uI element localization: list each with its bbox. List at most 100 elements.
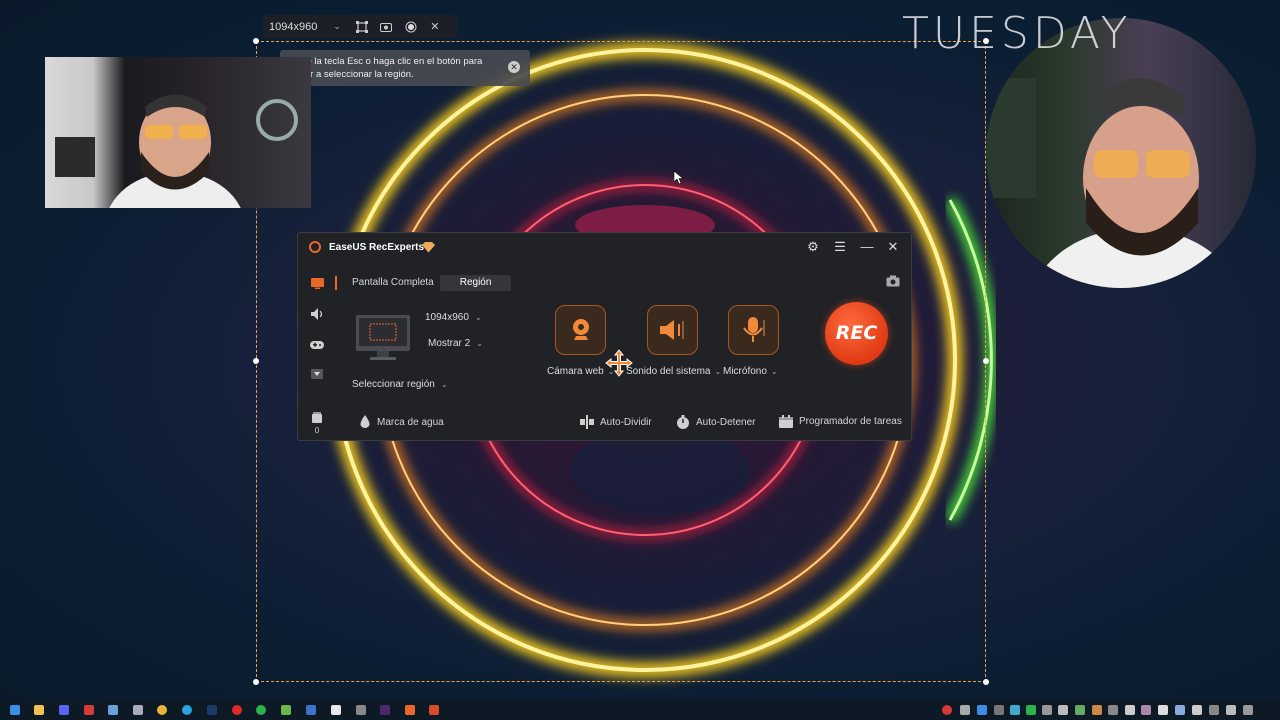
tab-full-screen[interactable]: Pantalla Completa xyxy=(346,275,440,291)
tray-icon-6[interactable] xyxy=(1058,705,1068,715)
task-scheduler-label: Programador de tareas xyxy=(799,416,902,427)
dropdown-icon[interactable]: ⌄ xyxy=(333,21,341,32)
tray-icon-8[interactable] xyxy=(1092,705,1102,715)
resize-handle-bl[interactable] xyxy=(253,679,259,685)
tray-icon-14[interactable] xyxy=(1192,705,1202,715)
monitor-preview-icon[interactable] xyxy=(356,315,410,361)
tray-record-icon[interactable] xyxy=(942,705,952,715)
tab-region[interactable]: Región xyxy=(439,275,512,291)
recordings-folder-icon[interactable] xyxy=(309,410,325,426)
auto-stop-label: Auto-Detener xyxy=(696,416,756,428)
audio-mode-icon[interactable] xyxy=(309,306,325,322)
tray-icon-9[interactable] xyxy=(1108,705,1118,715)
microphone-dropdown[interactable]: Micrófono ⌄ xyxy=(723,366,778,377)
webcam-feed-left xyxy=(45,57,311,208)
watermark-button[interactable]: Marca de agua xyxy=(359,415,444,429)
system-sound-toggle-button[interactable] xyxy=(647,305,698,355)
app-icon-gray[interactable] xyxy=(356,705,366,715)
resize-handle-br[interactable] xyxy=(983,679,989,685)
tray-icon-7[interactable] xyxy=(1075,705,1085,715)
region-hint-tooltip: Pulse la tecla Esc o haga clic en el bot… xyxy=(280,50,530,86)
tray-icon-3[interactable] xyxy=(994,705,1004,715)
close-icon[interactable]: ✕ xyxy=(428,19,442,35)
photoshop-icon[interactable] xyxy=(207,705,217,715)
tray-icon-17[interactable] xyxy=(1243,705,1253,715)
recexperts-taskbar-icon[interactable] xyxy=(429,705,439,715)
tray-icon-16[interactable] xyxy=(1226,705,1236,715)
windows-start-icon[interactable] xyxy=(10,705,20,715)
tray-icon-10[interactable] xyxy=(1125,705,1135,715)
tooltip-text: Pulse la tecla Esc o haga clic en el bot… xyxy=(288,56,483,80)
screenshot-icon[interactable] xyxy=(379,19,393,35)
resize-handle-tl[interactable] xyxy=(253,38,259,44)
tray-icon-1[interactable] xyxy=(960,705,970,715)
file-explorer-icon[interactable] xyxy=(34,705,44,715)
select-region-dropdown[interactable]: Seleccionar región ⌄ xyxy=(352,379,448,390)
game-mode-icon[interactable] xyxy=(309,337,325,353)
opera-icon[interactable] xyxy=(232,705,242,715)
tray-icon-5[interactable] xyxy=(1042,705,1052,715)
tray-icon-2[interactable] xyxy=(977,705,987,715)
app-icon-blue[interactable] xyxy=(306,705,316,715)
app-logo-icon xyxy=(309,241,321,253)
titlebar[interactable]: EaseUS RecExperts ⚙ ☰ — ✕ xyxy=(298,233,911,261)
app-icon-white[interactable] xyxy=(331,705,341,715)
brand-overlay-text: TUESDAY xyxy=(902,8,1132,59)
webcam-icon xyxy=(572,319,589,340)
tooltip-close-icon[interactable]: ✕ xyxy=(508,61,520,73)
webcam-toggle-button[interactable] xyxy=(555,305,606,355)
app-icon-green[interactable] xyxy=(281,705,291,715)
document-app-icon[interactable] xyxy=(108,705,118,715)
display-dropdown[interactable]: Mostrar 2 ⌄ xyxy=(428,338,483,349)
chevron-down-icon: ⌄ xyxy=(770,367,778,376)
record-dot-icon[interactable] xyxy=(403,19,417,35)
app-icon-orange[interactable] xyxy=(405,705,415,715)
windows-taskbar xyxy=(0,700,1280,720)
screen-mode-icon[interactable] xyxy=(309,275,325,291)
tray-icon-4[interactable] xyxy=(1010,705,1020,715)
calendar-icon xyxy=(779,415,793,428)
app-icon-red[interactable] xyxy=(84,705,94,715)
close-window-icon[interactable]: ✕ xyxy=(885,239,901,255)
menu-icon[interactable]: ☰ xyxy=(832,239,848,255)
system-sound-dropdown[interactable]: Sonido del sistema ⌄ xyxy=(626,366,721,377)
select-region-label: Seleccionar región xyxy=(352,379,435,390)
microphone-toggle-button[interactable] xyxy=(728,305,779,355)
chrome-icon[interactable] xyxy=(157,705,167,715)
region-toolbar: 1094x960 ⌄ ✕ xyxy=(263,15,458,38)
tray-icon-15[interactable] xyxy=(1209,705,1219,715)
premiere-icon[interactable] xyxy=(380,705,390,715)
tray-icon-13[interactable] xyxy=(1175,705,1185,715)
region-select-icon[interactable] xyxy=(355,19,369,35)
region-size-value[interactable]: 1094x960 xyxy=(269,21,333,33)
tray-icon-11[interactable] xyxy=(1141,705,1151,715)
resize-handle-ml[interactable] xyxy=(253,358,259,364)
split-icon xyxy=(580,415,594,429)
premium-diamond-icon[interactable] xyxy=(422,241,435,253)
task-scheduler-button[interactable]: Programador de tareas xyxy=(779,415,902,428)
tray-icon-12[interactable] xyxy=(1158,705,1168,715)
timer-icon xyxy=(677,415,689,429)
tray-play-icon[interactable] xyxy=(1026,705,1036,715)
chevron-down-icon: ⌄ xyxy=(476,339,483,348)
minimize-icon[interactable]: — xyxy=(859,239,875,255)
whatsapp-icon[interactable] xyxy=(256,705,266,715)
camera-snapshot-icon[interactable] xyxy=(886,275,900,287)
auto-split-button[interactable]: Auto-Dividir xyxy=(580,415,652,429)
system-sound-label: Sonido del sistema xyxy=(626,366,711,377)
rec-button[interactable]: REC xyxy=(825,302,888,365)
discord-icon[interactable] xyxy=(59,705,69,715)
microphone-label: Micrófono xyxy=(723,366,767,377)
telegram-icon[interactable] xyxy=(182,705,192,715)
watermark-drop-icon xyxy=(360,415,370,428)
resize-handle-mr[interactable] xyxy=(983,358,989,364)
microphone-icon xyxy=(742,317,765,342)
recordings-count: 0 xyxy=(314,426,320,435)
resolution-dropdown[interactable]: 1094x960 ⌄ xyxy=(425,312,482,323)
more-modes-icon[interactable] xyxy=(309,366,325,382)
chevron-down-icon: ⌄ xyxy=(714,367,722,376)
auto-stop-button[interactable]: Auto-Detener xyxy=(676,415,755,429)
settings-gear-icon[interactable]: ⚙ xyxy=(805,239,821,255)
steam-icon[interactable] xyxy=(133,705,143,715)
watermark-label: Marca de agua xyxy=(377,416,444,428)
